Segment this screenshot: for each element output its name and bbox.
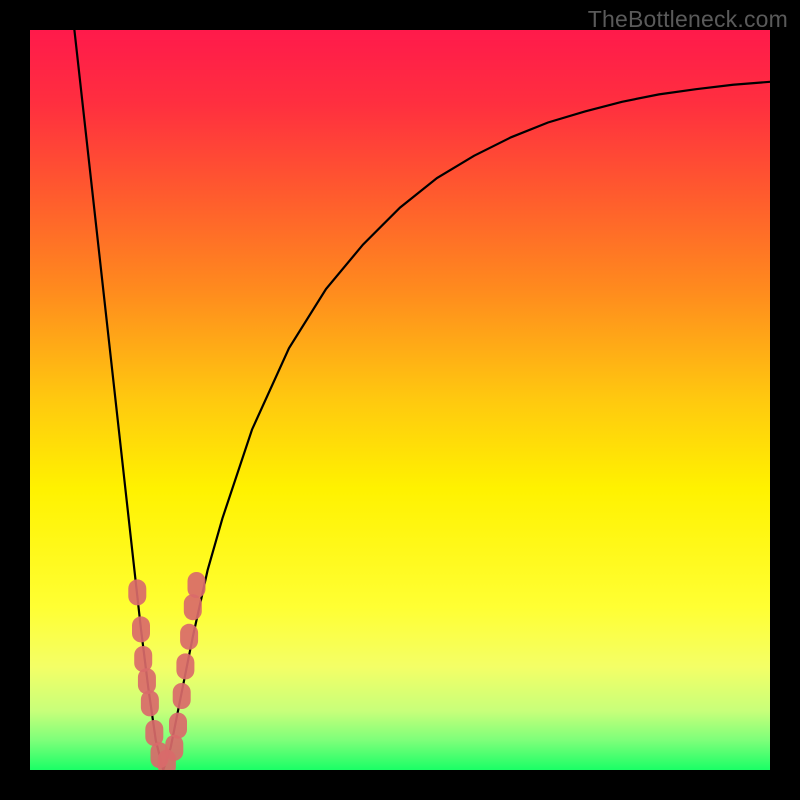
marker-point [138, 668, 156, 694]
bottleneck-chart [30, 30, 770, 770]
marker-point [169, 713, 187, 739]
marker-point [141, 690, 159, 716]
marker-point [176, 653, 194, 679]
marker-point [184, 594, 202, 620]
marker-point [173, 683, 191, 709]
marker-point [180, 624, 198, 650]
marker-point [145, 720, 163, 746]
marker-point [165, 735, 183, 761]
plot-area [30, 30, 770, 770]
marker-point [128, 579, 146, 605]
marker-point [188, 572, 206, 598]
marker-point [134, 646, 152, 672]
marker-point [132, 616, 150, 642]
watermark-text: TheBottleneck.com [588, 6, 788, 33]
chart-frame: TheBottleneck.com [0, 0, 800, 800]
